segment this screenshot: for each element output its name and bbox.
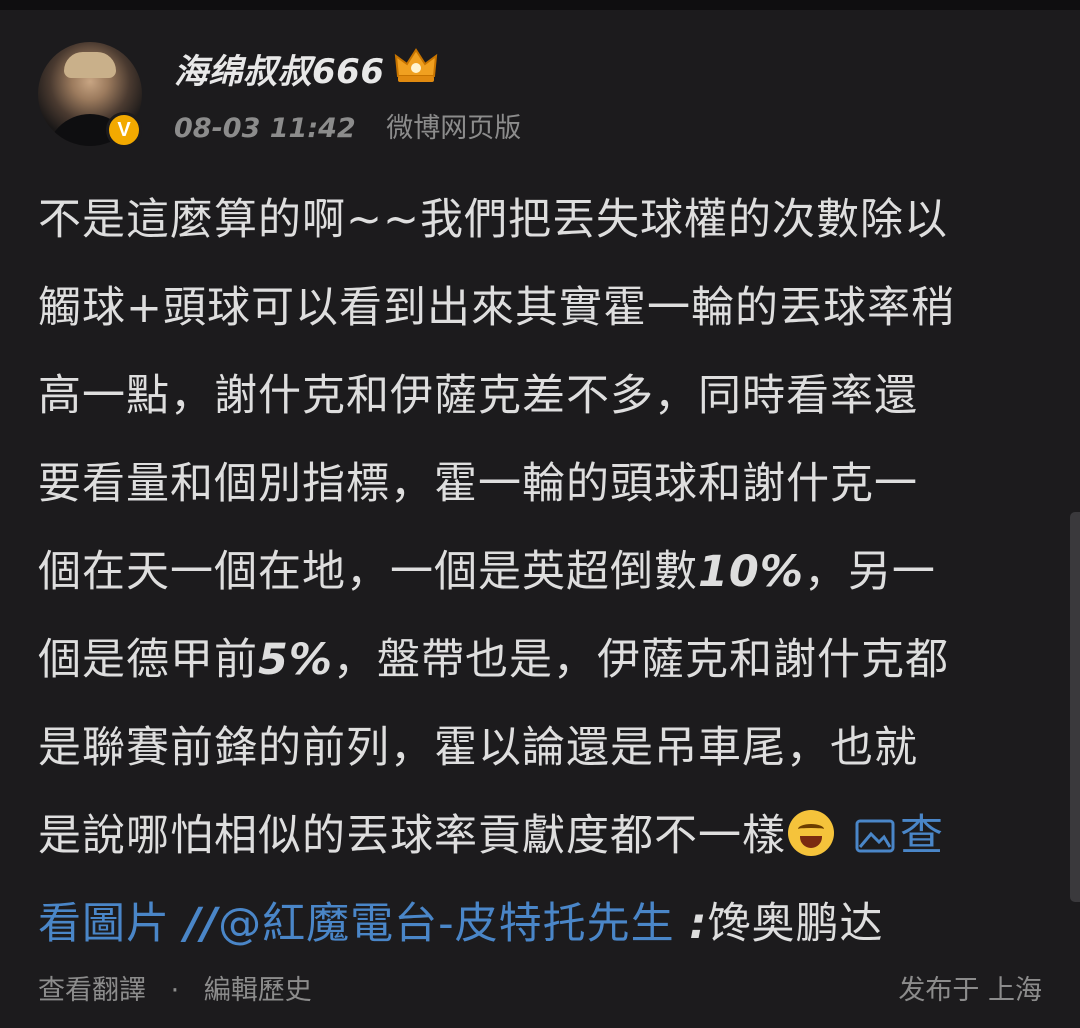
translate-link[interactable]: 查看翻譯 bbox=[38, 975, 146, 1006]
post-text: 10% bbox=[698, 547, 804, 597]
post-line: 不是這麼算的啊~~我們把丟失球權的次數除以 bbox=[38, 176, 1048, 264]
avatar-hair bbox=[64, 52, 116, 78]
post-text: 馋奥鹏达 bbox=[707, 899, 884, 949]
post-link-text[interactable]: 看圖片 bbox=[38, 899, 185, 949]
post-text: 個在天一個在地，一個是英超倒數 bbox=[38, 547, 698, 597]
laughing-crying-emoji-icon bbox=[788, 810, 834, 856]
post-body: 不是這麼算的啊~~我們把丟失球權的次數除以 觸球+頭球可以看到出來其實霍一輪的丟球… bbox=[38, 176, 1048, 968]
post-line: 個在天一個在地，一個是英超倒數10%，另一 bbox=[38, 528, 1048, 616]
scrollbar[interactable] bbox=[1070, 512, 1080, 902]
post-source: 微博网页版 bbox=[386, 113, 522, 144]
post-link-text[interactable]: // bbox=[185, 899, 218, 949]
post-text: ，另一 bbox=[803, 547, 936, 597]
post-text: 5% bbox=[258, 635, 334, 685]
post-text bbox=[675, 899, 690, 949]
post-text: 要看量和個別指標，霍一輪的頭球和謝什克一 bbox=[38, 459, 918, 509]
post-text: 高一點，謝什克和伊薩克差不多，同時看率還 bbox=[38, 371, 918, 421]
post-link-text[interactable]: 查 bbox=[900, 811, 944, 861]
post-location: 发布于 上海 bbox=[898, 975, 1042, 1006]
post-text: 個是德甲前 bbox=[38, 635, 258, 685]
post-text: 不是這麼算的啊~~我們把丟失球權的次數除以 bbox=[38, 195, 949, 245]
post-text: 觸球+頭球可以看到出來其實霍一輪的丟球率稍 bbox=[38, 283, 956, 333]
post-link-text[interactable]: @紅魔電台-皮特托先生 bbox=[218, 899, 675, 949]
post-time[interactable]: 08-03 11:42 bbox=[174, 113, 356, 144]
post-line: 高一點，謝什克和伊薩克差不多，同時看率還 bbox=[38, 352, 1048, 440]
footer-separator: · bbox=[170, 975, 180, 1006]
post-line: 是聯賽前鋒的前列，霍以論還是吊車尾，也就 bbox=[38, 704, 1048, 792]
footer-actions: 查看翻譯 · 編輯歷史 bbox=[38, 968, 312, 1007]
post-text: 是說哪怕相似的丟球率貢獻度都不一樣 bbox=[38, 811, 786, 861]
post-line: 個是德甲前5%，盤帶也是，伊薩克和謝什克都 bbox=[38, 616, 1048, 704]
post-text: 是聯賽前鋒的前列，霍以論還是吊車尾，也就 bbox=[38, 723, 918, 773]
status-strip bbox=[0, 0, 1080, 10]
post-line: 要看量和個別指標，霍一輪的頭球和謝什克一 bbox=[38, 440, 1048, 528]
edit-history-link[interactable]: 編輯歷史 bbox=[204, 975, 312, 1006]
username[interactable]: 海绵叔叔666 bbox=[174, 44, 384, 93]
post-text: : bbox=[689, 899, 708, 949]
verified-badge-icon: V bbox=[106, 112, 142, 148]
post-meta: 08-03 11:42 微博网页版 bbox=[174, 106, 521, 145]
post-line: 看圖片 //@紅魔電台-皮特托先生 :馋奥鹏达 bbox=[38, 880, 1048, 968]
crown-icon bbox=[394, 48, 438, 82]
post-line: 觸球+頭球可以看到出來其實霍一輪的丟球率稍 bbox=[38, 264, 1048, 352]
post-line: 是說哪怕相似的丟球率貢獻度都不一樣 查 bbox=[38, 792, 1048, 880]
post-text: ，盤帶也是，伊薩克和謝什克都 bbox=[333, 635, 950, 685]
image-icon[interactable] bbox=[854, 818, 896, 854]
